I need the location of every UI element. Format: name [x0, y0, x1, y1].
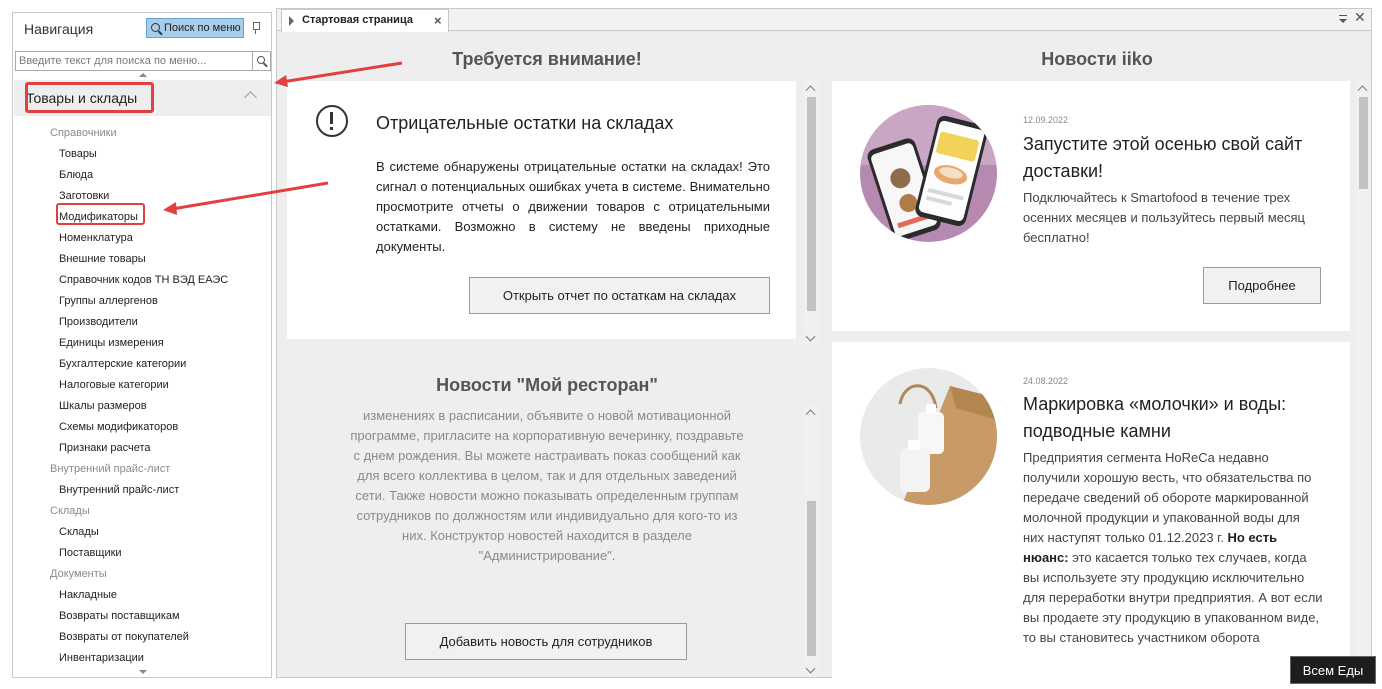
more-details-button[interactable]: Подробнее: [1203, 267, 1321, 304]
tree-category: Внутренний прайс-лист: [50, 463, 171, 475]
window-close-icon[interactable]: ✕: [1354, 9, 1366, 26]
tree-item[interactable]: Инвентаризации: [59, 652, 144, 664]
tree-item[interactable]: Товары: [59, 148, 97, 160]
tree-item[interactable]: Номенклатура: [59, 232, 133, 244]
smartofood-app-image: [860, 105, 997, 242]
tab-start-label: Стартовая страница: [302, 14, 413, 26]
news-title[interactable]: Маркировка «молочки» и воды: подводные к…: [1023, 391, 1323, 445]
phones-illustration: [860, 105, 997, 242]
attention-text: В системе обнаружены отрицательные остат…: [376, 159, 770, 254]
news-title[interactable]: Запустите этой осенью свой сайт доставки…: [1023, 131, 1323, 185]
tree-item[interactable]: Возвраты поставщикам: [59, 610, 180, 622]
chevron-up-icon[interactable]: [1357, 85, 1368, 96]
open-stock-report-button[interactable]: Открыть отчет по остаткам на складах: [469, 277, 770, 314]
news-text-end: это касается только тех случаев, когда в…: [1023, 550, 1323, 645]
main-area: Стартовая страница × ✕ Требуется внимани…: [276, 8, 1372, 679]
news-text: Предприятия сегмента HoReCa недавно полу…: [1023, 448, 1323, 648]
news-card: 24.08.2022 Маркировка «молочки» и воды: …: [832, 342, 1350, 679]
milk-packaging-image: [860, 368, 997, 505]
group-highlight-frame: [25, 82, 154, 113]
nav-search-input[interactable]: [15, 51, 253, 71]
close-icon[interactable]: ×: [434, 13, 442, 28]
modifiers-highlight-frame: [56, 203, 145, 225]
tab-list-dropdown-icon[interactable]: [1339, 13, 1348, 23]
nav-search-box: [15, 51, 271, 71]
tree-item[interactable]: Налоговые категории: [59, 379, 169, 391]
my-restaurant-scrollbar[interactable]: [804, 405, 819, 677]
tree-item[interactable]: Справочник кодов ТН ВЭД ЕАЭС: [59, 274, 228, 286]
news-scrollbar[interactable]: [1356, 81, 1371, 677]
tree-item[interactable]: Блюда: [59, 169, 93, 181]
nav-scroll-up-icon[interactable]: [139, 73, 147, 77]
navigation-panel: Навигация Поиск по меню Товары и склады …: [12, 12, 272, 678]
nav-scroll-down-icon[interactable]: [139, 670, 147, 674]
negative-stock-card: Отрицательные остатки на складах В систе…: [287, 81, 796, 339]
chevron-up-icon[interactable]: [805, 409, 816, 420]
menu-search-label: Поиск по меню: [164, 22, 241, 34]
news-text: Подключайтесь к Smartofood в течение тре…: [1023, 190, 1305, 245]
tab-bar: Стартовая страница × ✕: [277, 9, 1371, 32]
chevron-down-icon[interactable]: [805, 663, 816, 674]
tree-item[interactable]: Группы аллергенов: [59, 295, 158, 307]
attention-section-title: Требуется внимание!: [452, 49, 642, 69]
search-icon: [151, 23, 160, 32]
tree-item[interactable]: Производители: [59, 316, 138, 328]
tab-start-page[interactable]: Стартовая страница ×: [281, 9, 449, 32]
tree-category: Справочники: [50, 127, 117, 139]
tree-category: Документы: [50, 568, 107, 580]
navigation-title: Навигация: [24, 21, 94, 37]
news-date: 24.08.2022: [1023, 376, 1069, 386]
my-restaurant-section-title: Новости "Мой ресторан": [436, 375, 658, 395]
my-restaurant-text: изменениях в расписании, объявите о ново…: [350, 408, 744, 563]
tree-item[interactable]: Заготовки: [59, 190, 109, 202]
scroll-thumb[interactable]: [807, 97, 816, 311]
add-staff-news-button[interactable]: Добавить новость для сотрудников: [405, 623, 687, 660]
tree-item[interactable]: Внутренний прайс-лист: [59, 484, 179, 496]
attention-scrollbar[interactable]: [804, 81, 819, 345]
scroll-thumb[interactable]: [1359, 97, 1368, 189]
navigation-header: Навигация Поиск по меню: [13, 13, 271, 47]
tree-item[interactable]: Возвраты от покупателей: [59, 631, 189, 643]
nav-search-button[interactable]: [253, 51, 271, 71]
tree-item[interactable]: Склады: [59, 526, 99, 538]
tab-indicator-icon: [289, 16, 294, 26]
tree-category: Склады: [50, 505, 90, 517]
tree-item[interactable]: Поставщики: [59, 547, 122, 559]
tree-item[interactable]: Единицы измерения: [59, 337, 164, 349]
tree-item[interactable]: Внешние товары: [59, 253, 146, 265]
chevron-up-icon[interactable]: [805, 85, 816, 96]
iiko-news-section-title: Новости iiko: [1041, 49, 1153, 69]
tooltip: Всем Еды: [1290, 656, 1376, 684]
tree-item[interactable]: Бухгалтерские категории: [59, 358, 186, 370]
chevron-down-icon[interactable]: [805, 331, 816, 342]
tree-item[interactable]: Накладные: [59, 589, 117, 601]
scroll-thumb[interactable]: [807, 501, 816, 656]
menu-search-button[interactable]: Поиск по меню: [146, 18, 244, 38]
tree-item[interactable]: Признаки расчета: [59, 442, 151, 454]
exclamation-circle-icon: [316, 105, 348, 137]
paper-bag-illustration: [860, 368, 997, 505]
news-date: 12.09.2022: [1023, 115, 1069, 125]
tree-item[interactable]: Шкалы размеров: [59, 400, 147, 412]
attention-heading: Отрицательные остатки на складах: [376, 113, 674, 133]
chevron-up-icon[interactable]: [244, 91, 257, 104]
pin-icon[interactable]: [251, 22, 261, 34]
tree-item[interactable]: Схемы модификаторов: [59, 421, 178, 433]
search-icon: [257, 56, 265, 64]
news-card: 12.09.2022 Запустите этой осенью свой са…: [832, 81, 1350, 331]
